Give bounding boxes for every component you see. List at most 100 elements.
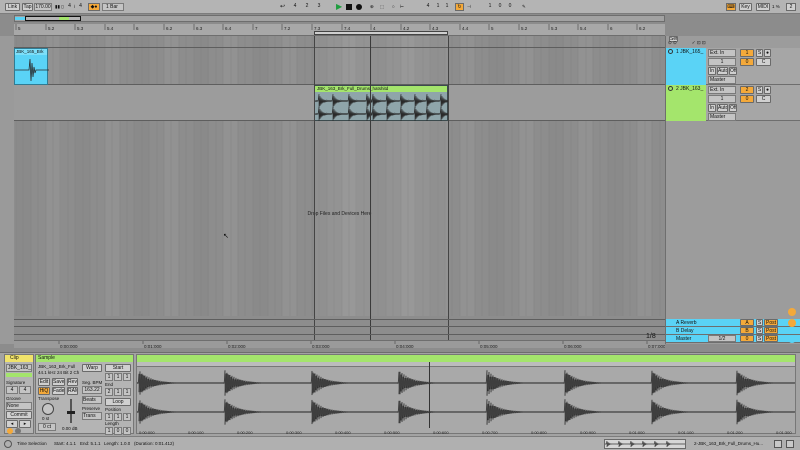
loop-button[interactable]: Loop — [105, 398, 131, 406]
reverse-button[interactable]: Rev — [67, 378, 78, 386]
detail-view-icon[interactable] — [774, 440, 782, 448]
nudge-left-button[interactable]: ◂ — [6, 420, 18, 428]
track-activator-1[interactable]: 1 — [740, 49, 754, 57]
solo-button-1[interactable]: S — [756, 49, 763, 57]
master-show-icon[interactable] — [788, 335, 796, 343]
monitor-auto-1[interactable]: Auto — [717, 67, 728, 75]
detune-field[interactable]: 0 ct — [38, 423, 56, 431]
quantize-menu[interactable]: 1 Bar — [102, 3, 124, 11]
sample-waveform[interactable] — [137, 368, 795, 428]
clip-color[interactable] — [6, 373, 32, 377]
track-pan-2[interactable]: C — [756, 95, 771, 103]
track-volume-1[interactable]: 0 — [740, 58, 754, 66]
gain-slider-thumb[interactable] — [67, 411, 75, 414]
end-sixteenth[interactable]: 1 — [123, 388, 131, 396]
return-lane-a[interactable] — [14, 319, 665, 327]
master-name[interactable]: Master — [674, 335, 704, 343]
return-activator-a[interactable]: A — [740, 319, 754, 326]
arrangement-follow-icon[interactable]: ↩ — [280, 3, 288, 11]
clip-tab[interactable]: Clip — [5, 355, 33, 362]
input-channel-2[interactable]: 1 — [708, 95, 736, 103]
clip-name-field[interactable]: JBK_163_Br — [6, 364, 32, 372]
audio-clip-1[interactable]: JBK_165_Brk — [14, 48, 49, 85]
clip-loop-icon[interactable] — [15, 428, 21, 434]
return-lane-b[interactable] — [14, 327, 665, 335]
input-type-2[interactable]: Ext. In — [708, 86, 736, 94]
signature-numerator[interactable]: 4 — [6, 386, 18, 394]
position-beat[interactable]: 2 — [302, 3, 312, 11]
automation-arm-icon[interactable]: ⬚ — [380, 4, 384, 10]
loop-length-bar[interactable]: 1 — [486, 3, 494, 11]
arm-button-2[interactable]: ● — [764, 86, 771, 94]
warp-button[interactable]: Warp — [82, 364, 102, 372]
session-record-icon[interactable]: ○ — [392, 4, 395, 9]
return-show-icon[interactable] — [788, 319, 796, 327]
hiq-button[interactable]: HiQ — [38, 387, 50, 395]
track-fold-icon[interactable] — [668, 86, 673, 91]
loop-length-beat[interactable]: 0 — [496, 3, 504, 11]
monitor-off-2[interactable]: Off — [729, 104, 737, 112]
nudge-right-button[interactable]: ▸ — [19, 420, 31, 428]
header-icons[interactable]: ⊙ ⊙ ✓ ⊡ ⊡ — [668, 40, 706, 46]
fade-button[interactable]: Fade — [52, 387, 65, 395]
arm-button-1[interactable]: ● — [764, 49, 771, 57]
signature-denominator[interactable]: 4 — [19, 386, 31, 394]
loop-length-sixteenth[interactable]: 0 — [506, 3, 514, 11]
position-bar[interactable]: 1 — [105, 413, 113, 421]
length-beat[interactable]: 0 — [114, 427, 122, 435]
input-type-1[interactable]: Ext. In — [708, 49, 736, 57]
track-header-1[interactable]: 1 JBK_165_ Ext. In 1 In Auto Off Master … — [666, 48, 800, 85]
punch-out-icon[interactable]: ⊣ — [467, 4, 471, 10]
record-icon[interactable] — [356, 4, 362, 10]
arrangement-overview[interactable] — [14, 15, 665, 22]
start-bar[interactable]: 1 — [105, 373, 113, 381]
scroll-indicator-icon[interactable] — [788, 308, 796, 316]
tempo-field[interactable]: 170.00 — [34, 3, 52, 11]
punch-in-icon[interactable]: ⊢ — [400, 4, 404, 10]
clip-view-toggle-icon[interactable] — [786, 440, 794, 448]
beat-time-ruler[interactable]: 5 5.2 5.3 5.4 6 6.2 6.3 6.4 7 7.2 7.3 7.4 4 4.2 4.3 4.4… — [14, 24, 665, 36]
tap-tempo-button[interactable]: Tap — [22, 3, 33, 11]
master-solo[interactable]: S — [756, 335, 763, 342]
return-solo-a[interactable]: S — [756, 319, 763, 326]
end-beat[interactable]: 1 — [114, 388, 122, 396]
master-volume[interactable]: 0 — [740, 335, 754, 342]
start-sixteenth[interactable]: 1 — [123, 373, 131, 381]
draw-mode-icon[interactable]: ✎ — [522, 4, 526, 10]
loop-switch-icon[interactable]: ↻ — [455, 3, 464, 11]
metronome-icon[interactable]: ◆● — [88, 3, 100, 11]
overdub-icon[interactable]: ⊕ — [370, 4, 374, 10]
return-solo-b[interactable]: S — [756, 327, 763, 334]
transpose-knob[interactable] — [42, 403, 54, 415]
track-fold-icon[interactable] — [668, 49, 673, 54]
computer-keyboard-icon[interactable]: ⌨ — [726, 3, 736, 11]
position-sixteenth[interactable]: 1 — [123, 413, 131, 421]
start-button[interactable]: Start — [105, 364, 131, 372]
return-post-a[interactable]: Post — [764, 319, 778, 326]
input-channel-1[interactable]: 1 — [708, 58, 736, 66]
midi-map-button[interactable]: MIDI — [756, 3, 770, 11]
monitor-in-1[interactable]: In — [708, 67, 716, 75]
loop-brace[interactable] — [314, 31, 448, 35]
stop-icon[interactable] — [346, 4, 352, 10]
solo-button-2[interactable]: S — [756, 86, 763, 94]
return-activator-b[interactable]: B — [740, 327, 754, 334]
track-header-2[interactable]: 2 JBK_163_ Ext. In 1 In Auto Off Master … — [666, 85, 800, 121]
position-beat[interactable]: 1 — [114, 413, 122, 421]
length-sixteenth[interactable]: 0 — [123, 427, 131, 435]
clip-launch-icon[interactable] — [7, 428, 13, 434]
audio-clip-2[interactable]: JBK_163_Brk_Full_Drums_hatshitd — [314, 85, 450, 122]
loop-start-beat[interactable]: 1 — [434, 3, 442, 11]
return-name-b[interactable]: B Delay — [674, 327, 714, 335]
commit-button[interactable]: Commit — [6, 411, 32, 419]
edit-button[interactable]: Edit — [38, 378, 50, 386]
return-name-a[interactable]: A Reverb — [674, 319, 714, 327]
end-bar[interactable]: 2 — [105, 388, 113, 396]
seg-bpm-field[interactable]: 163.22 — [82, 386, 102, 394]
time-sig-denominator[interactable]: 4 — [77, 3, 84, 11]
overview-visible-region[interactable] — [25, 16, 81, 21]
output-2[interactable]: Master — [708, 113, 736, 121]
monitor-off-1[interactable]: Off — [729, 67, 737, 75]
nudge-icons[interactable]: ▮▮ ▯ — [55, 4, 64, 10]
groove-menu[interactable]: None — [6, 402, 32, 410]
